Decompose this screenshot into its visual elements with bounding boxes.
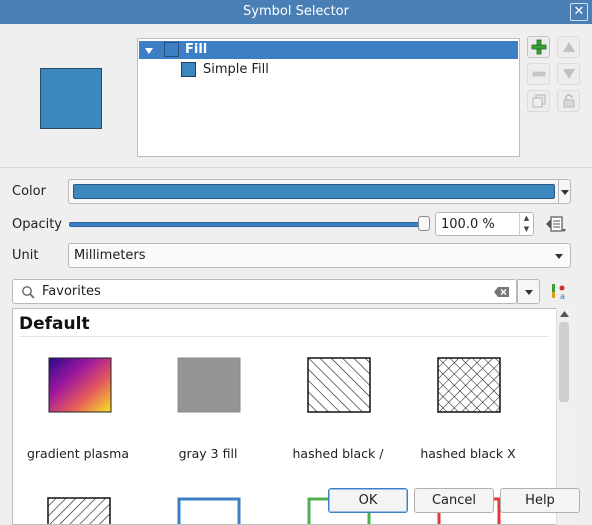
symbol-item-label: hashed black / <box>292 446 384 461</box>
plus-icon <box>531 39 546 55</box>
search-icon <box>22 286 35 299</box>
scroll-up-icon[interactable] <box>560 311 569 317</box>
window-titlebar: Symbol Selector <box>0 0 592 24</box>
duplicate-icon <box>532 94 545 108</box>
lock-icon <box>563 94 574 108</box>
hashed-swatch-partial[interactable] <box>47 497 111 525</box>
opacity-value: 100.0 % <box>441 217 495 232</box>
color-menu-button[interactable] <box>558 179 571 204</box>
group-title: Default <box>19 314 90 334</box>
spin-arrows[interactable]: ▲ ▼ <box>519 213 533 235</box>
move-layer-up-button[interactable] <box>557 36 580 58</box>
unit-select[interactable]: Millimeters <box>68 243 571 268</box>
group-divider <box>19 336 549 337</box>
gradient-plasma-swatch <box>48 357 112 413</box>
divider <box>0 167 592 168</box>
add-layer-button[interactable] <box>527 36 550 58</box>
symbol-item-hashed-black-slash[interactable]: hashed black / <box>273 347 403 467</box>
scrollbar-thumb[interactable] <box>559 322 569 402</box>
symbol-layer-tree[interactable]: Fill Simple Fill <box>137 38 520 157</box>
expand-collapse-icon[interactable] <box>145 48 153 54</box>
symbol-item-gradient-plasma[interactable]: gradient plasma <box>13 347 143 467</box>
symbol-item-hashed-black-x[interactable]: hashed black X <box>403 347 533 467</box>
ok-button[interactable]: OK <box>328 488 408 513</box>
symbol-preview <box>40 68 102 129</box>
tree-item-simple-fill[interactable]: Simple Fill <box>181 61 381 79</box>
cancel-button[interactable]: Cancel <box>414 488 494 513</box>
simple-fill-swatch-icon <box>181 62 196 77</box>
opacity-slider-track[interactable] <box>69 222 427 227</box>
color-label: Color <box>12 184 46 199</box>
minus-icon <box>532 71 545 77</box>
arrow-down-icon <box>562 69 575 79</box>
opacity-spinbox[interactable]: 100.0 % ▲ ▼ <box>435 212 534 236</box>
symbol-item-label: hashed black X <box>420 446 516 461</box>
symbol-item-gray-3-fill[interactable]: gray 3 fill <box>143 347 273 467</box>
search-value: Favorites <box>42 284 101 299</box>
unit-label: Unit <box>12 248 39 263</box>
data-defined-override-button[interactable] <box>544 214 568 234</box>
lock-layer-button[interactable] <box>557 90 580 112</box>
opacity-slider-handle[interactable] <box>418 216 430 231</box>
symbol-item-label: gray 3 fill <box>178 446 238 461</box>
arrow-up-icon <box>562 42 575 52</box>
style-manager-button[interactable]: a <box>549 282 569 302</box>
close-window-button[interactable]: ✕ <box>570 3 588 21</box>
fill-swatch-icon <box>164 42 179 57</box>
symbol-search-field[interactable]: Favorites <box>12 279 517 304</box>
color-swatch <box>73 184 555 199</box>
spin-up-icon[interactable]: ▲ <box>520 213 533 224</box>
search-filter-dropdown[interactable] <box>517 279 540 304</box>
tree-item-label: Simple Fill <box>203 62 269 77</box>
style-manager-icon: a <box>552 284 565 301</box>
symbol-item-label: gradient plasma <box>26 446 130 461</box>
svg-text:a: a <box>560 292 565 301</box>
tree-item-fill[interactable]: Fill <box>139 41 518 59</box>
tree-item-label: Fill <box>185 42 208 57</box>
unit-value: Millimeters <box>74 248 146 263</box>
color-button[interactable] <box>68 179 560 204</box>
move-layer-down-button[interactable] <box>557 63 580 85</box>
window-title: Symbol Selector <box>243 4 349 19</box>
chevron-down-icon <box>561 190 569 195</box>
help-button[interactable]: Help <box>500 488 580 513</box>
clear-text-icon[interactable] <box>494 286 510 298</box>
data-defined-icon <box>546 216 566 232</box>
hashed-slash-swatch <box>307 357 371 413</box>
close-icon: ✕ <box>573 4 585 19</box>
chevron-down-icon <box>525 290 533 295</box>
outline-blue-swatch-partial[interactable] <box>177 497 241 525</box>
chevron-down-icon <box>555 254 563 259</box>
duplicate-layer-button[interactable] <box>527 90 550 112</box>
remove-layer-button[interactable] <box>527 63 550 85</box>
opacity-label: Opacity <box>12 217 63 232</box>
spin-down-icon[interactable]: ▼ <box>520 224 533 235</box>
gray-fill-swatch <box>177 357 241 413</box>
hashed-x-swatch <box>437 357 501 413</box>
